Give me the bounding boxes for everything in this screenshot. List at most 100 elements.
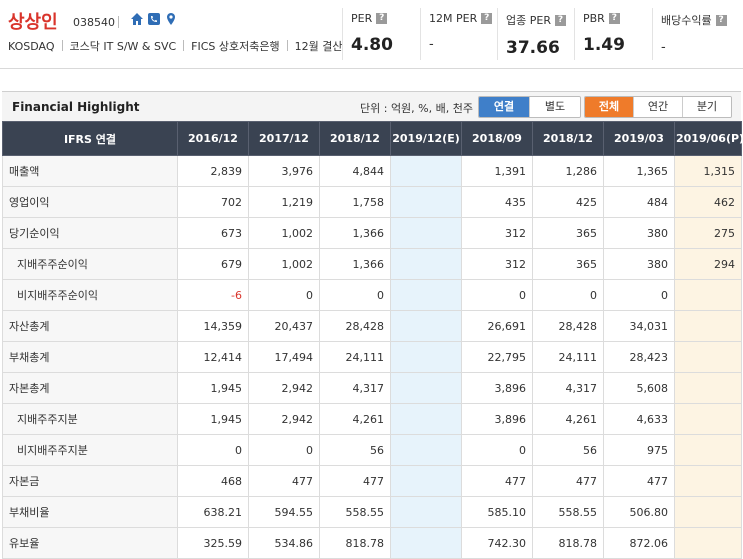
row-label: 자본총계: [2, 372, 178, 404]
table-cell: 0: [532, 279, 604, 311]
table-cell: 4,261: [532, 403, 604, 435]
table-cell: 435: [461, 186, 533, 218]
map-pin-icon[interactable]: [164, 12, 178, 26]
period-toggle: 전체 연간 분기: [584, 96, 732, 118]
table-cell: [674, 403, 742, 435]
help-icon[interactable]: ?: [608, 13, 620, 24]
table-cell: [674, 341, 742, 373]
table-cell: 585.10: [461, 496, 533, 528]
table-cell: 1,945: [177, 372, 249, 404]
table-cell: 20,437: [248, 310, 320, 342]
metric-pbr: PBR? 1.49: [574, 8, 653, 60]
period-all-button[interactable]: 전체: [585, 97, 633, 117]
table-cell: 1,391: [461, 155, 533, 187]
row-label: 비지배주주지분: [2, 434, 178, 466]
table-cell: 1,286: [532, 155, 604, 187]
table-cell: 17,494: [248, 341, 320, 373]
table-cell: 477: [603, 465, 675, 497]
table-row: 영업이익 702 1,219 1,758 435 425 484 462: [2, 186, 742, 218]
metric-label: PBR: [583, 12, 605, 25]
table-cell: 380: [603, 248, 675, 280]
table-cell: 24,111: [532, 341, 604, 373]
basis-toggle: 연결 별도: [478, 96, 581, 118]
fiscal-label: 12월 결산: [294, 40, 343, 53]
table-row: 자산총계 14,359 20,437 28,428 26,691 28,428 34,031: [2, 310, 742, 342]
table-cell: [390, 527, 462, 559]
company-icons: [130, 12, 178, 26]
table-cell: [674, 496, 742, 528]
table-cell: 0: [248, 434, 320, 466]
table-cell: 24,111: [319, 341, 391, 373]
table-cell: 0: [248, 279, 320, 311]
company-name[interactable]: 상상인: [8, 8, 58, 34]
table-cell: 312: [461, 217, 533, 249]
metric-12m-per: 12M PER? -: [420, 8, 499, 60]
table-cell: 818.78: [319, 527, 391, 559]
company-info-line: KOSDAQ 코스닥 IT S/W & SVC FICS 상호저축은행 12월 결산: [8, 38, 342, 54]
basis-separate-button[interactable]: 별도: [529, 97, 580, 117]
metric-sector-per: 업종 PER? 37.66: [497, 8, 576, 60]
metric-label: 업종 PER: [506, 14, 551, 27]
table-cell: [390, 434, 462, 466]
table-cell: [390, 310, 462, 342]
table-cell: [674, 527, 742, 559]
table-cell: 425: [532, 186, 604, 218]
table-cell: 28,428: [532, 310, 604, 342]
table-cell: 872.06: [603, 527, 675, 559]
table-row: 당기순이익 673 1,002 1,366 312 365 380 275: [2, 217, 742, 249]
unit-label: 단위 : 억원, %, 배, 천주: [360, 102, 473, 115]
table-cell: 534.86: [248, 527, 320, 559]
table-row: 비지배주주순이익 -6 0 0 0 0 0: [2, 279, 742, 311]
row-label: 부채비율: [2, 496, 178, 528]
table-row: 지배주주순이익 679 1,002 1,366 312 365 380 294: [2, 248, 742, 280]
table-cell: 34,031: [603, 310, 675, 342]
home-icon[interactable]: [130, 12, 144, 26]
table-cell: [390, 403, 462, 435]
column-header: 2018/12: [319, 121, 391, 156]
table-cell: 702: [177, 186, 249, 218]
table-cell: 3,896: [461, 372, 533, 404]
column-header: 2019/03: [603, 121, 675, 156]
market-label: KOSDAQ: [8, 40, 55, 53]
table-cell: 1,945: [177, 403, 249, 435]
column-header: 2018/12: [532, 121, 604, 156]
basis-consolidated-button[interactable]: 연결: [479, 97, 529, 117]
help-icon[interactable]: ?: [554, 14, 566, 26]
table-cell: -6: [177, 279, 249, 311]
table-cell: 0: [319, 279, 391, 311]
row-label: 지배주주순이익: [2, 248, 178, 280]
row-label: 비지배주주순이익: [2, 279, 178, 311]
period-annual-button[interactable]: 연간: [633, 97, 682, 117]
fics-label: FICS 상호저축은행: [191, 40, 280, 53]
table-cell: 673: [177, 217, 249, 249]
column-header: 2019/06(P): [674, 121, 743, 156]
table-cell: 56: [319, 434, 391, 466]
table-cell: 468: [177, 465, 249, 497]
help-icon[interactable]: ?: [481, 13, 493, 24]
table-cell: 477: [319, 465, 391, 497]
table-cell: [390, 372, 462, 404]
table-cell: 14,359: [177, 310, 249, 342]
period-quarter-button[interactable]: 분기: [682, 97, 731, 117]
column-header: 2018/09: [461, 121, 533, 156]
column-header: 2016/12: [177, 121, 249, 156]
table-cell: 558.55: [532, 496, 604, 528]
table-row: 비지배주주지분 0 0 56 0 56 975: [2, 434, 742, 466]
help-icon[interactable]: ?: [376, 13, 388, 24]
table-cell: 4,317: [319, 372, 391, 404]
table-cell: 380: [603, 217, 675, 249]
metric-value: 4.80: [351, 35, 393, 55]
row-label: 당기순이익: [2, 217, 178, 249]
table-row: 자본금 468 477 477 477 477 477: [2, 465, 742, 497]
table-cell: 477: [461, 465, 533, 497]
financial-table: IFRS 연결 2016/12 2017/12 2018/12 2019/12(…: [2, 121, 743, 559]
company-header: 상상인 038540 KOSDAQ 코스닥 IT S/W & SVC FICS 상호…: [0, 0, 743, 69]
help-icon[interactable]: ?: [715, 14, 727, 26]
table-cell: 1,365: [603, 155, 675, 187]
table-cell: 1,002: [248, 217, 320, 249]
metric-value: -: [429, 37, 434, 52]
table-cell: 818.78: [532, 527, 604, 559]
row-label: 자본금: [2, 465, 178, 497]
table-cell: 1,219: [248, 186, 320, 218]
phone-icon[interactable]: [147, 12, 161, 26]
